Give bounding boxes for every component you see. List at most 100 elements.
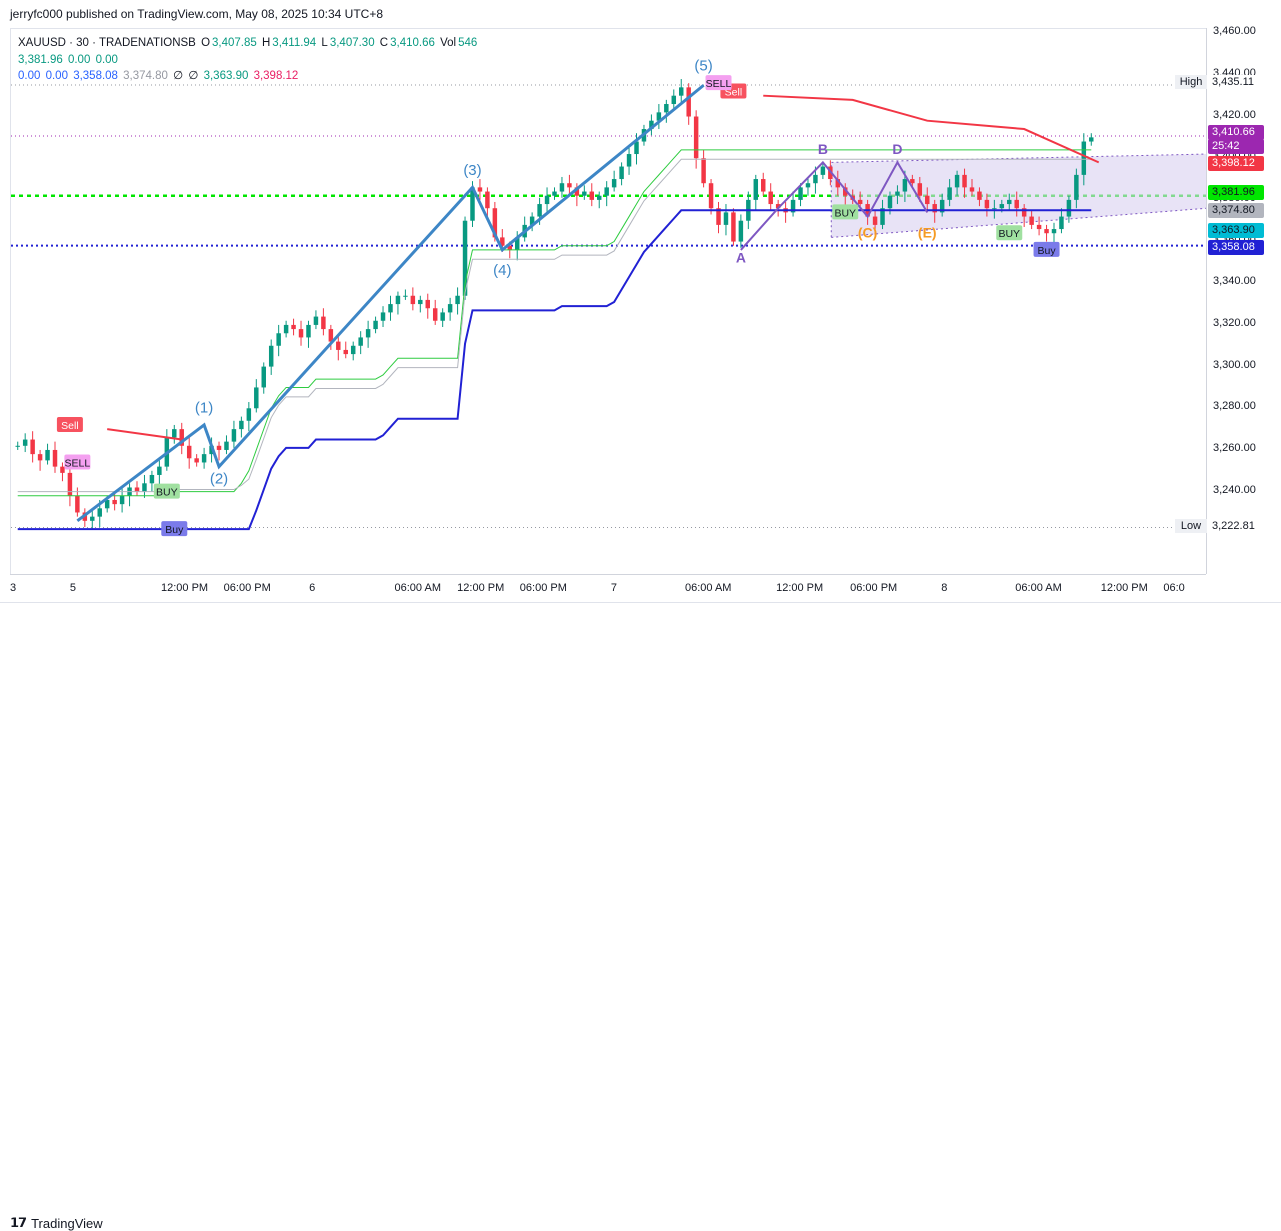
candle-body — [455, 295, 460, 305]
candle-body — [365, 329, 371, 338]
green-level-tag: 3,381.96 — [1208, 185, 1264, 200]
supertrend-blue-line — [17, 209, 1092, 531]
candle-body — [954, 174, 960, 188]
candle-body — [142, 483, 147, 492]
signal-badge-label: Sell — [61, 420, 79, 432]
candle-body — [380, 312, 386, 321]
candle-body — [977, 191, 982, 200]
candle-body — [664, 104, 669, 113]
candle-body — [403, 295, 408, 297]
candle-body — [119, 495, 125, 505]
candle-body — [37, 454, 43, 461]
candle-body — [589, 191, 595, 200]
pattern-label: D — [892, 141, 902, 157]
candle-body — [112, 499, 117, 505]
time-tick-label: 3 — [10, 582, 17, 594]
pattern-label: A — [736, 249, 746, 265]
candle-body — [45, 449, 50, 461]
candle-body — [291, 324, 296, 330]
candle-body — [626, 154, 632, 167]
candle-body — [544, 195, 550, 205]
candle-body — [485, 191, 490, 209]
candle-body — [947, 187, 952, 200]
wave-label: (1) — [195, 399, 213, 416]
price-chart-svg[interactable]: (1)(2)(3)(4)(5)AB(C)D(E)SellSellBuyBuySE… — [11, 29, 1208, 575]
legend-open: 3,407.85 — [212, 37, 257, 49]
candle-body — [798, 187, 803, 200]
legend-close: 3,410.66 — [390, 37, 435, 49]
legend-ind2-v5: ∅ — [173, 70, 184, 82]
candle-body — [336, 341, 341, 350]
time-tick-label: 12:00 PM — [776, 582, 824, 594]
candle-body — [857, 199, 863, 205]
candle-body — [1051, 229, 1057, 234]
candle-body — [686, 87, 691, 117]
price-tick-label: 3,460.00 — [1213, 25, 1256, 38]
pattern-label: (E) — [918, 224, 937, 240]
legend-low-label: L — [321, 37, 328, 49]
candle-body — [1074, 174, 1079, 200]
time-tick-label: 06:00 PM — [223, 582, 271, 594]
candle-body — [679, 87, 684, 96]
candle-body — [887, 195, 893, 209]
candle-body — [283, 324, 289, 334]
supertrend-red-line-2 — [763, 94, 1100, 164]
candle-body — [52, 449, 58, 467]
low-label: Low — [1175, 519, 1207, 533]
red-level-tag: 3,398.12 — [1208, 156, 1264, 171]
chart-pane[interactable]: (1) (2) (3) (4) (5) A B (C) D (E) Sell Sell Buy Buy SE… — [10, 28, 1208, 575]
candle-body — [708, 183, 714, 209]
legend-ind2-v8: 3,398.12 — [253, 70, 299, 82]
wave-label: (3) — [463, 162, 481, 179]
price-tick-label: 3,320.00 — [1213, 316, 1256, 329]
legend-ind2-v1: 0.00 — [18, 70, 41, 82]
candle-body — [1059, 216, 1064, 230]
candle-body — [298, 329, 304, 338]
candle-body — [567, 183, 572, 188]
candle-body — [1066, 199, 1072, 217]
time-scale[interactable]: 3 5 12:00 PM 06:00 PM 6 06:00 AM 12:00 PM 06:00… — [10, 574, 1206, 603]
candle-body — [194, 458, 199, 463]
price-tick-label: 3,340.00 — [1213, 275, 1256, 288]
legend-ind2-v3: 3,358.08 — [73, 70, 118, 82]
candle-body — [22, 439, 28, 446]
signal-badge-label: BUY — [998, 228, 1020, 240]
candle-body — [768, 191, 773, 205]
candle-body — [350, 345, 356, 355]
candle-body — [268, 345, 274, 367]
time-tick-label: 06:00 AM — [684, 582, 732, 594]
legend-ind2-v7: 3,363.90 — [203, 70, 249, 82]
time-tick-label: 5 — [69, 582, 76, 594]
candle-body — [343, 349, 348, 355]
candle-body — [1036, 224, 1042, 230]
candle-body — [246, 408, 252, 421]
candle-body — [186, 445, 192, 459]
time-tick-label: 06:00 PM — [850, 582, 898, 594]
candle-body — [261, 366, 266, 388]
candle-body — [992, 208, 997, 210]
candle-body — [604, 187, 609, 196]
price-scale[interactable]: 3,240.00 3,260.00 3,280.00 3,300.00 3,320.00… — [1206, 25, 1281, 574]
tradingview-logo[interactable]: 𝟭𝟳 TradingView — [10, 1215, 103, 1231]
legend-high-label: H — [261, 37, 271, 49]
candle-body — [477, 187, 483, 192]
candle-body — [201, 454, 207, 463]
candle-body — [619, 166, 624, 180]
chart-legend: XAUUSD · 30 · TRADENATIONSB O 3,407.85 H3… — [18, 35, 479, 85]
candle-body — [820, 166, 826, 175]
candle-body — [962, 174, 967, 188]
candle-body — [969, 187, 975, 192]
footer-bar: 𝟭𝟳 TradingView — [0, 602, 1281, 1231]
candle-body — [701, 158, 706, 184]
candle-body — [172, 429, 177, 438]
candle-body — [910, 179, 915, 184]
gray-level-tag: 3,374.80 — [1208, 203, 1264, 218]
legend-ind2-v4: 3,374.80 — [123, 70, 168, 82]
legend-symbol: XAUUSD · 30 · TRADENATIONSB — [18, 37, 196, 49]
candle-body — [425, 299, 430, 309]
candle-body — [432, 308, 438, 321]
tradingview-brand: TradingView — [31, 1215, 103, 1231]
candle-body — [917, 183, 923, 196]
candle-body — [582, 191, 587, 196]
price-tick-label: 3,240.00 — [1213, 483, 1256, 496]
